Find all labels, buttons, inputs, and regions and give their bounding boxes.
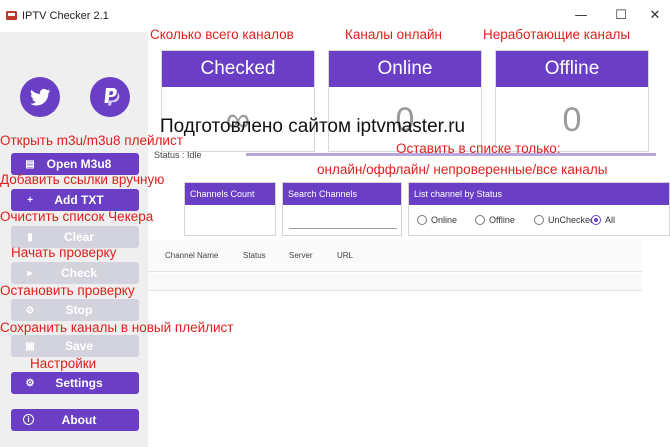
status-filter-group: Online Offline UnChecked All xyxy=(415,213,665,227)
app-icon xyxy=(6,11,17,20)
annotation-online-channels: Каналы онлайн xyxy=(345,27,443,42)
channel-table-header: Channel Name Status Server URL xyxy=(148,240,642,272)
search-title: Search Channels xyxy=(283,183,401,205)
channels-count-panel: Channels Count xyxy=(184,182,276,236)
open-m3u8-label: Open M3u8 xyxy=(46,157,112,171)
paypal-p-icon xyxy=(104,88,120,106)
maximize-button[interactable]: ☐ xyxy=(606,6,636,26)
offline-card: Offline 0 xyxy=(495,50,649,152)
status-label: Status : Idle xyxy=(154,150,202,160)
about-button[interactable]: i About xyxy=(11,409,139,431)
channels-count-title: Channels Count xyxy=(185,183,275,205)
minimize-button[interactable]: — xyxy=(566,6,596,26)
filter-offline-label: Offline xyxy=(489,215,515,225)
search-panel: Search Channels xyxy=(282,182,402,236)
filter-offline-radio[interactable]: Offline xyxy=(475,213,515,227)
clear-label: Clear xyxy=(63,230,95,244)
settings-button[interactable]: ⚙ Settings xyxy=(11,372,139,394)
annotation-start-check: Начать проверку xyxy=(11,245,117,260)
radio-circle xyxy=(534,215,544,225)
annotation-offline-channels: Неработающие каналы xyxy=(483,27,631,42)
annotation-settings: Настройки xyxy=(30,356,97,371)
annotation-stop-check: Остановить проверку xyxy=(0,283,135,298)
add-txt-label: Add TXT xyxy=(54,193,104,207)
check-button[interactable]: ▸ Check xyxy=(11,262,139,284)
annotation-clear-list: Очистить список Чекера xyxy=(0,209,154,224)
annotation-save-channels: Сохранить каналы в новый плейлист xyxy=(0,320,234,335)
column-url[interactable]: URL xyxy=(337,251,353,260)
status-filter-title: List channel by Status xyxy=(409,183,669,205)
radio-circle xyxy=(475,215,485,225)
about-label: About xyxy=(61,413,97,427)
window-title: IPTV Checker 2.1 xyxy=(22,10,109,22)
radio-circle xyxy=(417,215,427,225)
column-status[interactable]: Status xyxy=(243,251,266,260)
annotation-filter-line2: онлайн/оффлайн/ непроверенные/все каналы xyxy=(317,162,608,177)
filter-all-radio[interactable]: All xyxy=(591,213,615,227)
filter-online-radio[interactable]: Online xyxy=(417,213,457,227)
channel-table-body xyxy=(148,273,642,291)
column-server[interactable]: Server xyxy=(289,251,313,260)
settings-label: Settings xyxy=(55,376,103,390)
filter-online-label: Online xyxy=(431,215,458,225)
offline-card-title: Offline xyxy=(496,51,648,87)
annotation-total-channels: Сколько всего каналов xyxy=(150,27,294,42)
radio-circle-selected xyxy=(591,215,601,225)
paypal-button[interactable] xyxy=(90,77,130,117)
save-button[interactable]: ▣ Save xyxy=(11,335,139,357)
checked-card-title: Checked xyxy=(162,51,314,87)
search-input[interactable] xyxy=(289,209,397,227)
status-filter-panel: List channel by Status Online Offline Un… xyxy=(408,182,670,236)
online-card-title: Online xyxy=(329,51,481,87)
annotation-add-links: Добавить ссылки вручную xyxy=(0,172,165,187)
channels-count-value xyxy=(185,205,275,217)
annotation-filter-line1: Оставить в списке только: xyxy=(396,141,561,156)
sidebar: ▤ Open M3u8 + Add TXT ▮ Clear ▸ Check ⊘ … xyxy=(0,32,148,447)
twitter-button[interactable] xyxy=(20,77,60,117)
search-input-underline xyxy=(289,228,397,229)
save-label: Save xyxy=(64,339,94,353)
filter-unchecked-radio[interactable]: UnChecked xyxy=(534,213,592,227)
close-button[interactable]: ✕ xyxy=(640,6,670,26)
watermark-text: Подготовлено сайтом iptvmaster.ru xyxy=(160,116,466,137)
filter-all-label: All xyxy=(605,215,616,225)
annotation-open-playlist: Открыть m3u/m3u8 плейлист xyxy=(0,133,183,148)
check-label: Check xyxy=(60,266,98,280)
offline-count: 0 xyxy=(562,101,582,139)
add-txt-button[interactable]: + Add TXT xyxy=(11,189,139,211)
stop-button[interactable]: ⊘ Stop xyxy=(11,299,139,321)
column-channel-name[interactable]: Channel Name xyxy=(165,251,218,260)
stop-label: Stop xyxy=(65,303,93,317)
twitter-bird-icon xyxy=(30,88,51,106)
filter-unchecked-label: UnChecked xyxy=(548,215,592,225)
main-content: Checked ∞ Online 0 Offline 0 Status : Id… xyxy=(148,32,670,447)
